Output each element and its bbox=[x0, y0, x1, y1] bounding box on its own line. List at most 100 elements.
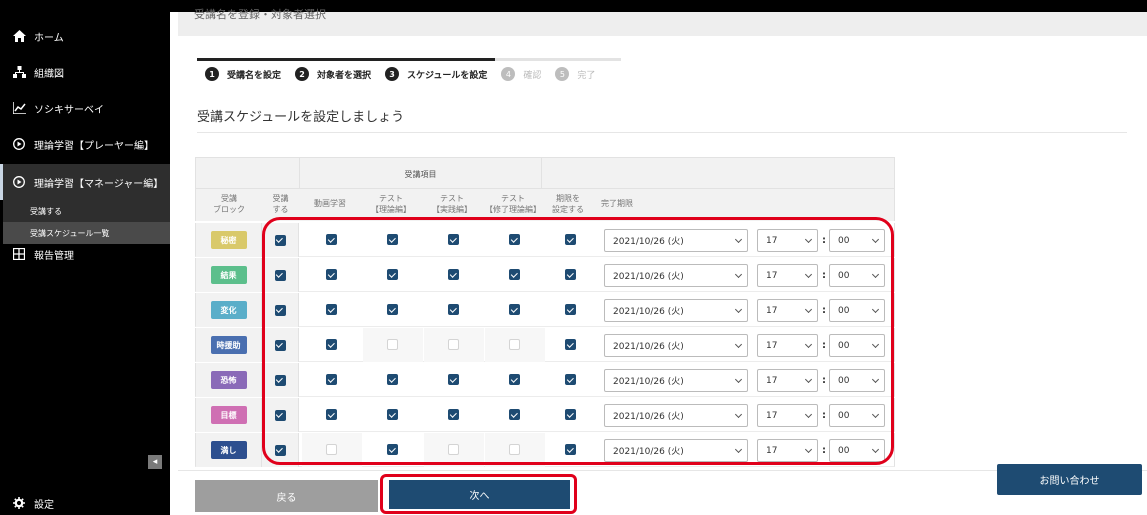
select-value: 2021/10/26 (火) bbox=[613, 237, 684, 247]
home-icon bbox=[12, 29, 26, 43]
t2-checkbox[interactable] bbox=[448, 374, 459, 385]
chevron-down-icon bbox=[871, 305, 880, 314]
t2-checkbox[interactable] bbox=[448, 339, 459, 350]
t1-checkbox[interactable] bbox=[387, 374, 398, 385]
sidebar-subitem-label: 受講する bbox=[30, 206, 62, 216]
header-receive: 受講 する bbox=[272, 194, 289, 214]
deadline-set-checkbox[interactable] bbox=[565, 269, 576, 280]
contact-button[interactable]: お問い合わせ bbox=[997, 464, 1142, 495]
back-button[interactable]: 戻る bbox=[195, 480, 378, 512]
t3-checkbox[interactable] bbox=[509, 304, 520, 315]
receive-checkbox[interactable] bbox=[274, 234, 286, 246]
receive-checkbox[interactable] bbox=[274, 304, 286, 316]
receive-checkbox[interactable] bbox=[274, 339, 286, 351]
schedule-table: 受講項目 受講 ブロック 受講 する 動画学習 テスト 【理論編】 テスト 【実… bbox=[195, 157, 895, 469]
deadline-set-checkbox[interactable] bbox=[565, 304, 576, 315]
t1-checkbox[interactable] bbox=[387, 269, 398, 280]
sidebar-item-theory-manager[interactable]: 理論学習【マネージャー編】 bbox=[0, 164, 170, 200]
deadline-hour-select[interactable]: 17 bbox=[757, 404, 818, 427]
deadline-minute-select[interactable]: 00 bbox=[829, 299, 885, 322]
t1-checkbox[interactable] bbox=[387, 234, 398, 245]
sidebar-item-label: 理論学習【プレーヤー編】 bbox=[34, 140, 154, 152]
sidebar-item-home[interactable]: ホーム bbox=[0, 18, 170, 54]
deadline-minute-select[interactable]: 00 bbox=[829, 404, 885, 427]
deadline-date-select[interactable]: 2021/10/26 (火) bbox=[604, 439, 748, 462]
sidebar-item-label: 報告管理 bbox=[34, 250, 74, 262]
deadline-hour-select[interactable]: 17 bbox=[757, 334, 818, 357]
chevron-down-icon bbox=[804, 305, 813, 314]
t1-checkbox[interactable] bbox=[387, 409, 398, 420]
t3-checkbox[interactable] bbox=[509, 269, 520, 280]
deadline-minute-select[interactable]: 00 bbox=[829, 369, 885, 392]
time-separator: : bbox=[822, 340, 826, 351]
sidebar-item-theory-player[interactable]: 理論学習【プレーヤー編】 bbox=[0, 126, 170, 162]
deadline-date-select[interactable]: 2021/10/26 (火) bbox=[604, 369, 748, 392]
t2-checkbox[interactable] bbox=[448, 444, 459, 455]
t3-checkbox[interactable] bbox=[509, 374, 520, 385]
video-checkbox[interactable] bbox=[326, 269, 337, 280]
deadline-minute-select[interactable]: 00 bbox=[829, 229, 885, 252]
deadline-date-select[interactable]: 2021/10/26 (火) bbox=[604, 299, 748, 322]
select-value: 2021/10/26 (火) bbox=[613, 377, 684, 387]
time-separator: : bbox=[822, 410, 826, 421]
sidebar-item-label: ソシキサーベイ bbox=[34, 104, 104, 116]
t3-checkbox[interactable] bbox=[509, 339, 520, 350]
receive-checkbox[interactable] bbox=[274, 409, 286, 421]
t2-checkbox[interactable] bbox=[448, 269, 459, 280]
chevron-down-icon bbox=[734, 305, 743, 314]
receive-cell bbox=[262, 363, 299, 397]
step-label: 完了 bbox=[577, 70, 596, 81]
t1-checkbox[interactable] bbox=[387, 444, 398, 455]
chevron-down-icon bbox=[734, 270, 743, 279]
table-row: 恐怖 2021/10/26 (火) 17: 00 bbox=[195, 363, 895, 397]
video-checkbox[interactable] bbox=[326, 374, 337, 385]
chevron-down-icon bbox=[734, 340, 743, 349]
deadline-hour-select[interactable]: 17 bbox=[757, 369, 818, 392]
deadline-hour-select[interactable]: 17 bbox=[757, 229, 818, 252]
deadline-date-select[interactable]: 2021/10/26 (火) bbox=[604, 264, 748, 287]
t1-checkbox[interactable] bbox=[387, 339, 398, 350]
deadline-date-select[interactable]: 2021/10/26 (火) bbox=[604, 229, 748, 252]
sidebar-item-reports[interactable]: 報告管理 bbox=[0, 236, 170, 272]
t3-checkbox[interactable] bbox=[509, 444, 520, 455]
t2-checkbox[interactable] bbox=[448, 234, 459, 245]
deadline-minute-select[interactable]: 00 bbox=[829, 264, 885, 287]
deadline-minute-select[interactable]: 00 bbox=[829, 334, 885, 357]
video-checkbox[interactable] bbox=[326, 409, 337, 420]
deadline-set-checkbox[interactable] bbox=[565, 409, 576, 420]
receive-checkbox[interactable] bbox=[274, 269, 286, 281]
deadline-date-select[interactable]: 2021/10/26 (火) bbox=[604, 334, 748, 357]
sidebar-collapse-button[interactable]: ◂ bbox=[148, 455, 162, 469]
deadline-hour-select[interactable]: 17 bbox=[757, 299, 818, 322]
deadline-hour-select[interactable]: 17 bbox=[757, 264, 818, 287]
chevron-down-icon bbox=[871, 340, 880, 349]
video-checkbox[interactable] bbox=[326, 304, 337, 315]
deadline-set-checkbox[interactable] bbox=[565, 374, 576, 385]
receive-checkbox[interactable] bbox=[274, 444, 286, 456]
receive-checkbox[interactable] bbox=[274, 374, 286, 386]
block-tag: 結果 bbox=[210, 266, 247, 284]
sidebar-subitem-take-course[interactable]: 受講する bbox=[3, 200, 170, 222]
sidebar-item-settings[interactable]: 設定 bbox=[0, 485, 170, 515]
deadline-set-checkbox[interactable] bbox=[565, 444, 576, 455]
video-checkbox[interactable] bbox=[326, 339, 337, 350]
next-button[interactable]: 次へ bbox=[389, 480, 570, 509]
deadline-set-checkbox[interactable] bbox=[565, 234, 576, 245]
table-row: 結果 2021/10/26 (火) 17: 00 bbox=[195, 258, 895, 292]
sidebar-item-org-chart[interactable]: 組織図 bbox=[0, 54, 170, 90]
t2-checkbox[interactable] bbox=[448, 304, 459, 315]
video-checkbox[interactable] bbox=[326, 234, 337, 245]
deadline-minute-select[interactable]: 00 bbox=[829, 439, 885, 462]
video-checkbox[interactable] bbox=[326, 444, 337, 455]
deadline-hour-select[interactable]: 17 bbox=[757, 439, 818, 462]
sidebar-item-survey[interactable]: ソシキサーベイ bbox=[0, 90, 170, 126]
select-value: 00 bbox=[838, 340, 850, 351]
header-video: 動画学習 bbox=[314, 199, 346, 208]
t3-checkbox[interactable] bbox=[509, 234, 520, 245]
receive-cell bbox=[262, 293, 299, 327]
deadline-date-select[interactable]: 2021/10/26 (火) bbox=[604, 404, 748, 427]
t2-checkbox[interactable] bbox=[448, 409, 459, 420]
t3-checkbox[interactable] bbox=[509, 409, 520, 420]
deadline-set-checkbox[interactable] bbox=[565, 339, 576, 350]
t1-checkbox[interactable] bbox=[387, 304, 398, 315]
